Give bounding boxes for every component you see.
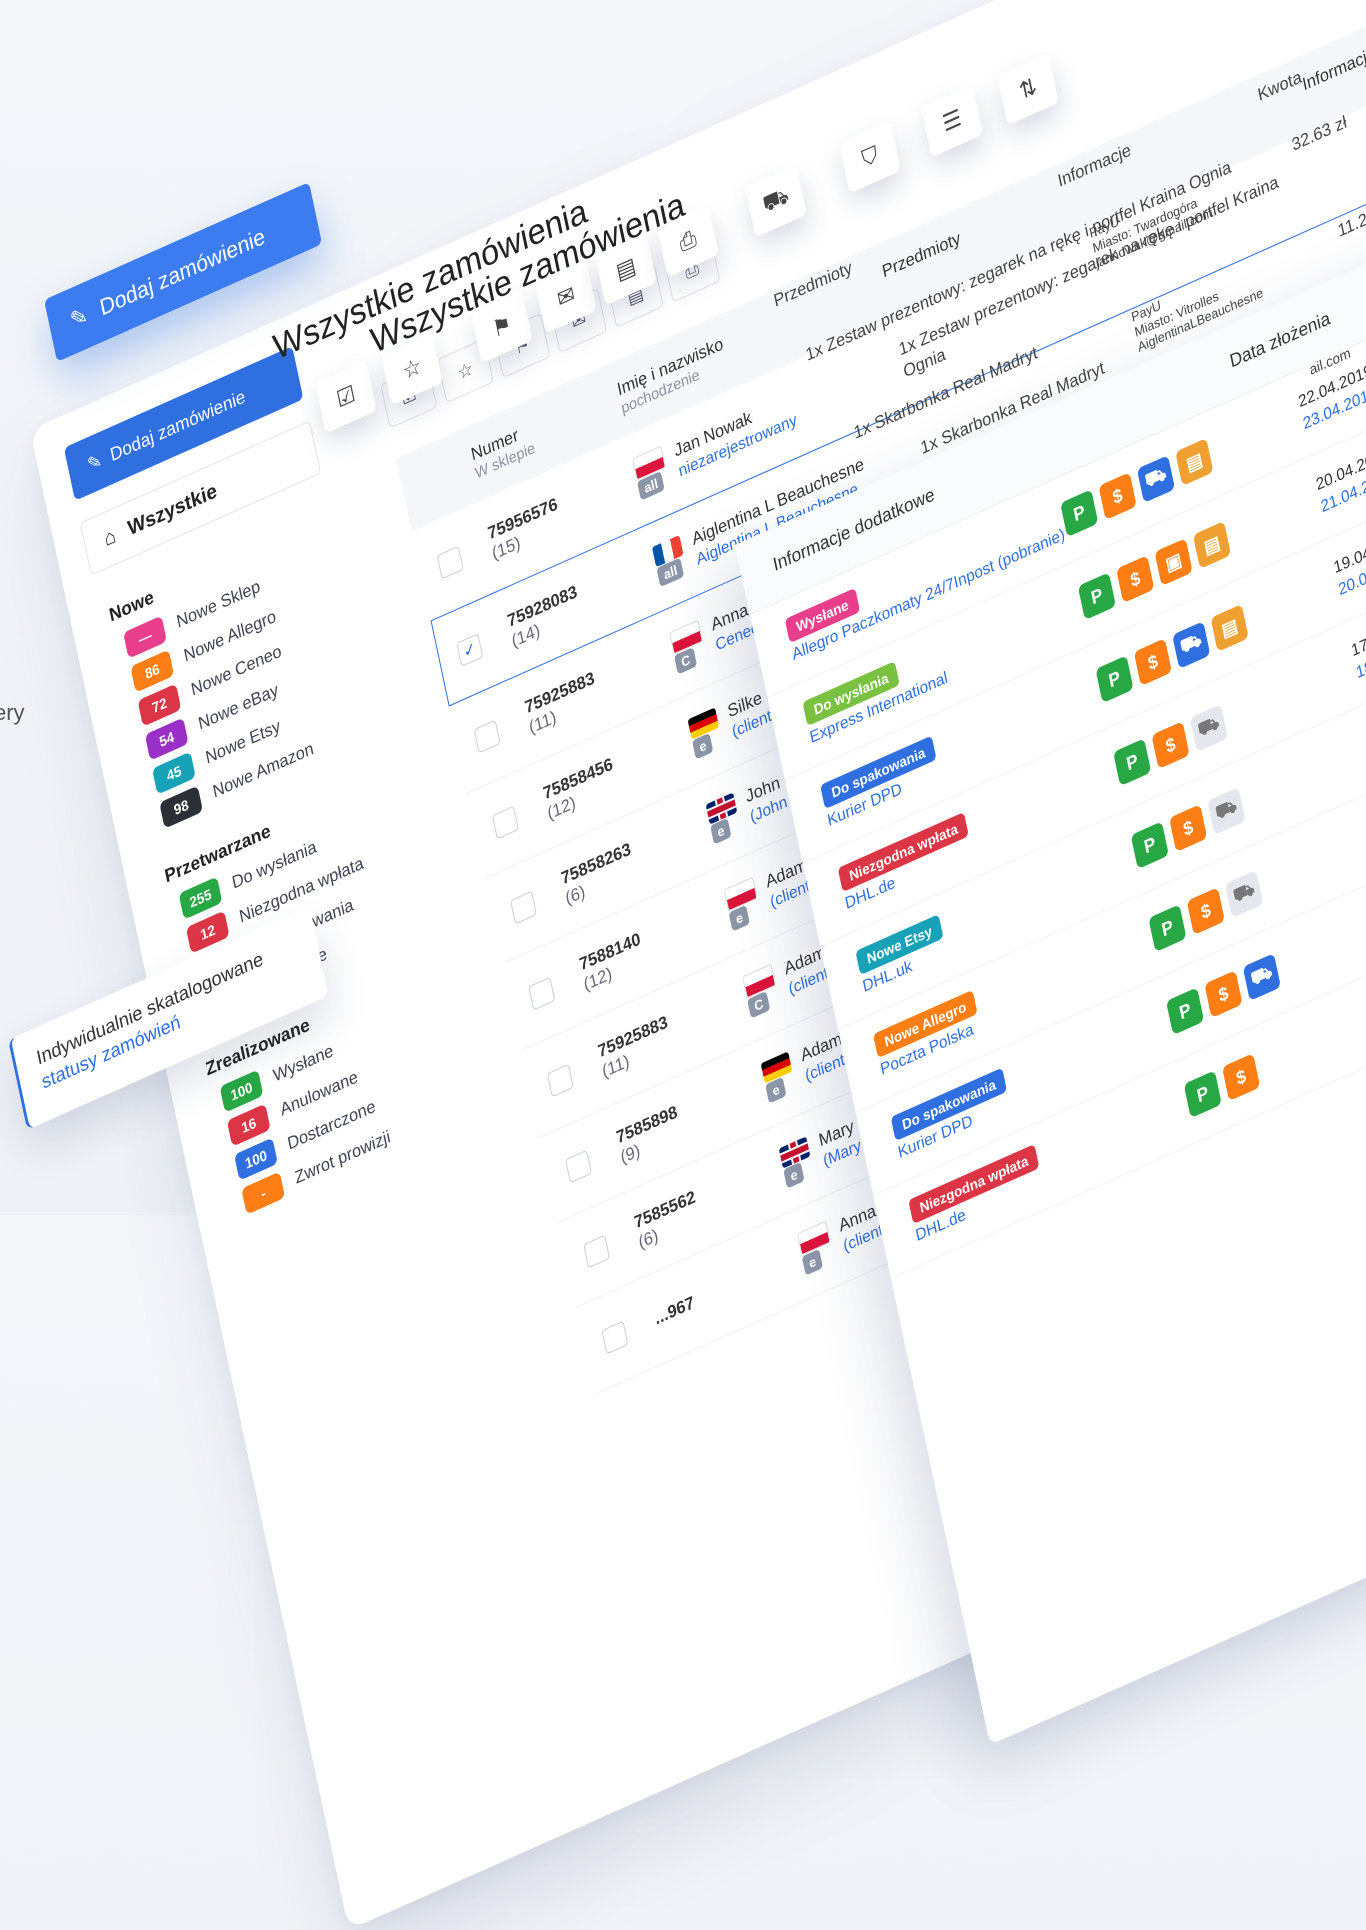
inbox-icon: ⌂ bbox=[102, 524, 118, 552]
add-order-label: Dodaj zamówienie bbox=[108, 385, 247, 466]
dollar-icon: $ bbox=[1098, 472, 1137, 521]
package-icon: ▣ bbox=[1154, 538, 1193, 586]
payment-icon: P bbox=[1165, 987, 1205, 1036]
payment-icon: P bbox=[1077, 572, 1117, 621]
dollar-icon: $ bbox=[1221, 1053, 1261, 1102]
truck-icon: ⛟ bbox=[1136, 455, 1176, 503]
dollar-icon: $ bbox=[1133, 638, 1173, 687]
truck-icon: ⛟ bbox=[1189, 704, 1229, 752]
dollar-icon: $ bbox=[1204, 970, 1243, 1019]
flag-stack: e bbox=[796, 1220, 835, 1276]
truck-icon: ⛟ bbox=[1207, 787, 1246, 835]
row-checkbox[interactable] bbox=[491, 805, 519, 840]
truck-icon: ⛟ bbox=[1225, 870, 1264, 918]
truck-icon: ⛟ bbox=[1242, 953, 1281, 1001]
pencil-icon: ✎ bbox=[67, 301, 91, 335]
document-icon: ▤ bbox=[1192, 521, 1232, 569]
dollar-icon: $ bbox=[1151, 721, 1190, 770]
row-checkbox[interactable] bbox=[565, 1149, 593, 1184]
row-checkbox[interactable] bbox=[473, 719, 501, 754]
payment-icon: P bbox=[1095, 655, 1134, 704]
row-check-cell: ✓ bbox=[456, 620, 512, 668]
row-checkbox[interactable] bbox=[546, 1063, 574, 1098]
row-check-cell bbox=[583, 1222, 639, 1269]
row-check-cell bbox=[436, 533, 493, 580]
payment-icon: P bbox=[1183, 1070, 1222, 1119]
dollar-icon: $ bbox=[1116, 555, 1155, 604]
row-check-cell bbox=[473, 707, 530, 754]
row-checkbox[interactable]: ✓ bbox=[456, 633, 484, 668]
document-icon: ▤ bbox=[1175, 438, 1214, 486]
pencil-icon: ✎ bbox=[85, 449, 104, 476]
dollar-icon: $ bbox=[1169, 804, 1208, 853]
payment-icon: P bbox=[1060, 489, 1099, 538]
row-check-cell bbox=[509, 878, 566, 925]
floating-add-order-label: Dodaj zamówienie bbox=[97, 222, 268, 321]
row-check-cell bbox=[546, 1051, 603, 1098]
all-orders-label: Wszystkie bbox=[125, 479, 219, 541]
truck-icon: ⛟ bbox=[1172, 621, 1211, 669]
payment-icon: P bbox=[1148, 904, 1187, 953]
dollar-icon: $ bbox=[1186, 887, 1225, 936]
status-count-badge: - bbox=[241, 1171, 286, 1215]
row-check-cell bbox=[491, 793, 548, 840]
document-icon: ▤ bbox=[1210, 604, 1249, 652]
payment-icon: P bbox=[1113, 738, 1152, 787]
header-check bbox=[418, 446, 477, 506]
row-checkbox[interactable] bbox=[436, 545, 464, 580]
row-check-cell bbox=[565, 1137, 621, 1184]
payment-icon: P bbox=[1130, 821, 1169, 870]
row-check-cell bbox=[601, 1308, 657, 1355]
edge-text: ery bbox=[0, 700, 25, 725]
status-count-badge: 98 bbox=[159, 785, 204, 829]
order-date: 17.04.20 bbox=[1349, 618, 1366, 661]
row-checkbox[interactable] bbox=[509, 890, 538, 925]
row-checkbox[interactable] bbox=[601, 1320, 629, 1355]
row-checkbox[interactable] bbox=[583, 1234, 611, 1269]
row-check-cell bbox=[528, 964, 584, 1011]
row-checkbox[interactable] bbox=[528, 976, 556, 1011]
